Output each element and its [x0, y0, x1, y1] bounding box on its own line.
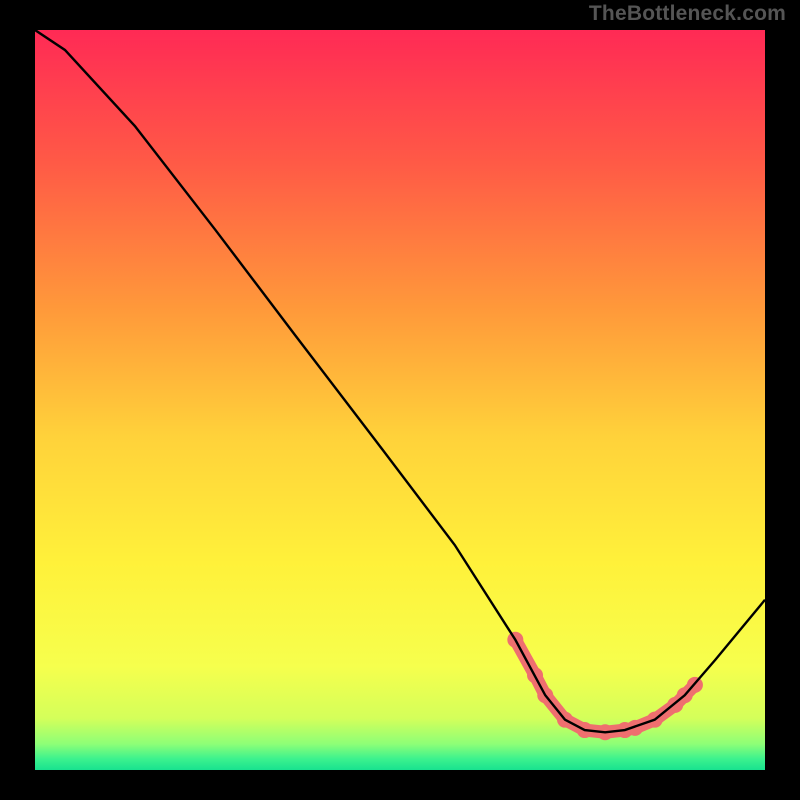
bottleneck-chart: [0, 0, 800, 800]
gradient-background: [35, 30, 765, 770]
chart-frame: TheBottleneck.com: [0, 0, 800, 800]
